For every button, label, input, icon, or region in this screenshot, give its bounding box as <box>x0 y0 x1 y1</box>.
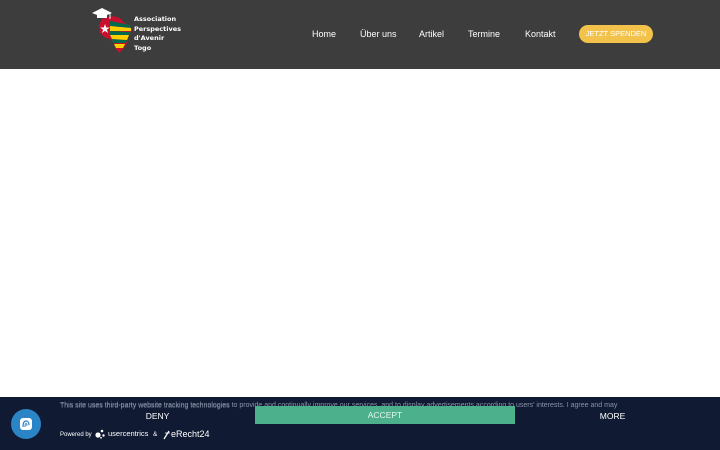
logo-line: Togo <box>134 43 152 52</box>
more-button[interactable]: MORE <box>515 408 710 424</box>
erecht24-mark-icon <box>163 430 170 439</box>
nav-home[interactable]: Home <box>312 29 336 39</box>
nav-events[interactable]: Termine <box>468 29 500 39</box>
deny-button[interactable]: DENY <box>60 408 255 424</box>
usercentrics-dots-icon <box>95 429 105 439</box>
accept-button[interactable]: ACCEPT <box>255 406 515 424</box>
ampersand-text: & <box>153 431 158 438</box>
usercentrics-logo[interactable]: usercentrics <box>95 428 148 440</box>
fingerprint-icon <box>20 418 32 430</box>
nav-contact[interactable]: Kontakt <box>525 29 556 39</box>
logo-line: Association <box>134 15 177 23</box>
donate-button[interactable]: JETZT SPENDEN <box>579 25 653 43</box>
nav-articles[interactable]: Artikel <box>419 29 444 39</box>
erecht24-logo[interactable]: eRecht24 <box>162 427 210 441</box>
powered-by-label: Powered by <box>60 432 92 438</box>
privacy-settings-button[interactable] <box>11 409 41 439</box>
erecht24-label: eRecht24 <box>171 429 210 439</box>
nav-about-us[interactable]: Über uns <box>360 29 397 39</box>
usercentrics-label: usercentrics <box>108 429 149 438</box>
site-header: Association Perspectives d'Avenir Togo H… <box>0 0 720 69</box>
